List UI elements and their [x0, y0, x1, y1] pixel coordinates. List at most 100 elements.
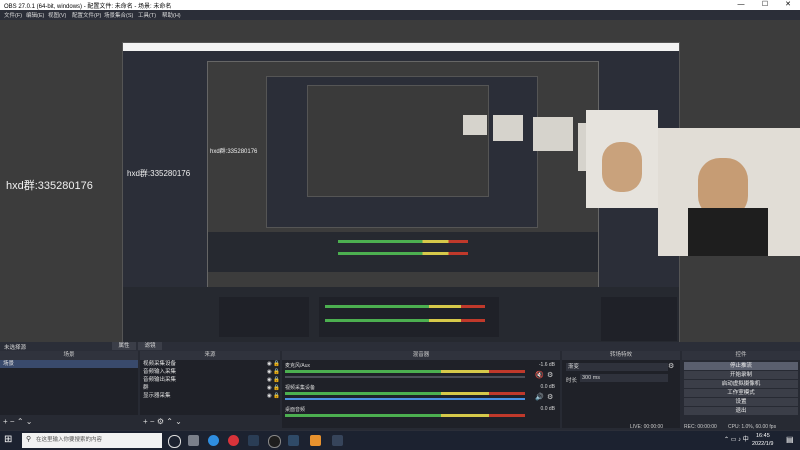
webcam-feed-main — [658, 128, 800, 256]
source-item[interactable]: 群 ◉ 🔒 — [140, 384, 280, 392]
app-orange-icon[interactable] — [310, 435, 321, 446]
nested-docks — [208, 232, 598, 272]
eye-icon[interactable]: ◉ 🔒 — [267, 376, 280, 384]
volume-slider[interactable] — [285, 398, 525, 400]
audio-meter — [285, 370, 525, 373]
app-dark-icon[interactable] — [332, 435, 343, 446]
nested-dock-row — [123, 287, 679, 347]
source-item[interactable]: 音频输出采集 ◉ 🔒 — [140, 376, 280, 384]
file-explorer-icon[interactable] — [188, 435, 199, 446]
maximize-button[interactable]: ☐ — [754, 0, 776, 10]
eye-icon[interactable]: ◉ 🔒 — [267, 368, 280, 376]
source-item[interactable]: 视频采集设备 ◉ 🔒 — [140, 360, 280, 368]
menu-tools[interactable]: 工具(T) — [138, 11, 156, 19]
remove-source-icon[interactable]: − — [150, 417, 155, 426]
move-down-icon[interactable]: ⌄ — [175, 417, 182, 426]
audio-meter — [285, 392, 525, 395]
controls-dock: 控件 停止推流 开始录制 启动虚拟摄像机 工作室模式 设置 退出 — [682, 351, 800, 430]
source-toolbar: 未选择源 属性 滤镜 — [0, 342, 800, 351]
stop-streaming-button[interactable]: 停止推流 — [684, 362, 798, 370]
obs-icon[interactable] — [268, 435, 281, 448]
windows-start-icon[interactable]: ⊞ — [4, 434, 12, 445]
speaker-icon[interactable]: 🔊 — [535, 393, 544, 401]
menu-view[interactable]: 视图(V) — [48, 11, 66, 19]
menu-help[interactable]: 帮助(H) — [162, 11, 181, 19]
gear-icon[interactable]: ⚙ — [668, 362, 674, 370]
tray-icons[interactable]: ⌃ ▭ ♪ 中 — [724, 434, 749, 443]
preview-area: hxd群:335280176 hxd群:335280176 hxd群:33528… — [0, 20, 800, 358]
studio-mode-button[interactable]: 工作室模式 — [684, 389, 798, 397]
app-blue-icon[interactable] — [288, 435, 299, 446]
minimize-button[interactable]: — — [730, 0, 752, 10]
duration-input[interactable]: 300 ms — [580, 374, 668, 382]
add-source-icon[interactable]: + — [143, 417, 148, 426]
nested-meter — [338, 240, 468, 243]
mixer-channel: 麦克风/Aux -1.6 dB 🔇 ⚙ — [285, 362, 555, 382]
gear-icon[interactable]: ⚙ — [547, 371, 553, 379]
rec-status: REC: 00:00:00 — [684, 424, 717, 430]
mixer-header: 混音器 — [282, 351, 560, 360]
title-bar: OBS 27.0.1 (64-bit, windows) - 配置文件: 未命名… — [0, 0, 800, 10]
app-red-icon[interactable] — [228, 435, 239, 446]
person-face — [602, 142, 642, 192]
menu-scene-collection[interactable]: 场景集合(S) — [104, 11, 133, 19]
edge-icon[interactable] — [208, 435, 219, 446]
gear-icon[interactable]: ⚙ — [547, 393, 553, 401]
channel-db: 0.0 dB — [540, 406, 555, 412]
settings-button[interactable]: 设置 — [684, 398, 798, 406]
taskbar-search-input[interactable]: 在这里输入你要搜索的内容 — [22, 433, 162, 448]
steam-icon[interactable] — [248, 435, 259, 446]
menu-profile[interactable]: 配置文件(P) — [72, 11, 101, 19]
eye-icon[interactable]: ◉ 🔒 — [267, 360, 280, 368]
scenes-dock: 场景 场景 + − ⌃ ⌄ — [0, 351, 138, 430]
nested-sources-panel — [219, 297, 309, 337]
transitions-panel: 渐变 ⚙ 时长 300 ms — [562, 360, 680, 428]
source-item[interactable]: 显示器采集 ◉ 🔒 — [140, 392, 280, 400]
mute-icon[interactable]: 🔇 — [535, 371, 544, 379]
clock-time: 16:45 — [756, 433, 770, 439]
move-down-icon[interactable]: ⌄ — [26, 417, 33, 426]
filters-button[interactable]: 滤镜 — [138, 342, 162, 350]
window-title: OBS 27.0.1 (64-bit, windows) - 配置文件: 未命名… — [4, 4, 172, 10]
close-button[interactable]: ✕ — [777, 0, 799, 10]
menu-file[interactable]: 文件(F) — [4, 11, 22, 19]
nested-mixer-panel — [319, 297, 499, 337]
channel-name: 麦克风/Aux — [285, 363, 311, 369]
docks-area: 场景 场景 + − ⌃ ⌄ 来源 视频采集设备 ◉ 🔒 音频输入采集 ◉ 🔒 音频输… — [0, 351, 800, 430]
source-label: 群 — [143, 385, 149, 391]
person-body — [688, 208, 768, 256]
notification-icon[interactable]: ▤ — [786, 435, 794, 444]
nested-canvas-inner — [307, 85, 489, 197]
start-recording-button[interactable]: 开始录制 — [684, 371, 798, 379]
move-up-icon[interactable]: ⌃ — [166, 417, 173, 426]
sources-dock: 来源 视频采集设备 ◉ 🔒 音频输入采集 ◉ 🔒 音频输出采集 ◉ 🔒 群 ◉ 🔒 显示… — [140, 351, 280, 430]
source-label: 音频输出采集 — [143, 377, 177, 383]
volume-slider[interactable] — [285, 376, 525, 378]
source-label: 音频输入采集 — [143, 369, 177, 375]
clock-date: 2022/1/9 — [752, 441, 774, 447]
eye-icon[interactable]: ◉ 🔒 — [267, 392, 280, 400]
scene-item[interactable]: 场景 — [0, 360, 138, 368]
channel-db: -1.6 dB — [538, 362, 555, 368]
transitions-dock: 转场特效 渐变 ⚙ 时长 300 ms — [562, 351, 680, 430]
channel-name: 桌面音频 — [285, 407, 306, 413]
task-view-icon[interactable] — [168, 435, 181, 448]
transitions-header: 转场特效 — [562, 351, 680, 360]
taskbar: ⊞ 在这里输入你要搜索的内容 ⚲ ⌃ ▭ ♪ 中 16:45 2022/1/9 … — [0, 431, 800, 450]
mixer-channel: 桌面音频 0.0 dB — [285, 406, 555, 426]
nested-canvas — [266, 76, 538, 228]
move-up-icon[interactable]: ⌃ — [17, 417, 24, 426]
eye-icon[interactable]: ◉ 🔒 — [267, 384, 280, 392]
webcam-feed-m — [533, 117, 573, 151]
add-scene-icon[interactable]: + — [3, 417, 8, 426]
menu-edit[interactable]: 编辑(E) — [26, 11, 44, 19]
properties-label: 属性 — [118, 343, 130, 349]
remove-scene-icon[interactable]: − — [10, 417, 15, 426]
exit-button[interactable]: 退出 — [684, 407, 798, 415]
virtual-camera-button[interactable]: 启动虚拟摄像机 — [684, 380, 798, 388]
properties-button[interactable]: 属性 — [112, 342, 136, 350]
transition-select[interactable]: 渐变 — [566, 363, 668, 371]
gear-icon[interactable]: ⚙ — [157, 417, 164, 426]
source-item[interactable]: 音频输入采集 ◉ 🔒 — [140, 368, 280, 376]
mixer-panel: 麦克风/Aux -1.6 dB 🔇 ⚙ 视频采集设备 0.0 dB 🔊 ⚙ 桌面… — [282, 360, 560, 428]
